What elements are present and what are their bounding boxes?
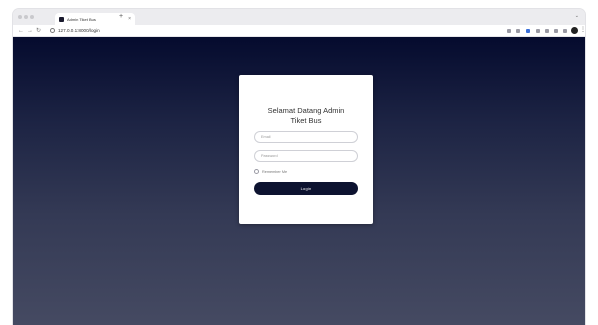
login-card: Selamat Datang Admin Tiket Bus Remember … [239, 75, 373, 224]
screen: Admin Tiket Bus × + ⌄ ← → ↻ 127.0.0.1:80… [0, 0, 598, 325]
address-bar[interactable]: 127.0.0.1:8000/login [58, 27, 100, 35]
tab-close-icon[interactable]: × [128, 16, 131, 22]
login-title: Selamat Datang Admin Tiket Bus [239, 106, 373, 126]
window-minimize-control[interactable] [24, 15, 28, 19]
back-arrow-icon[interactable]: ← [18, 27, 24, 35]
remember-me[interactable]: Remember Me [254, 169, 287, 174]
password-field[interactable] [254, 150, 358, 162]
window-close-control[interactable] [18, 15, 22, 19]
split-screen-icon[interactable] [545, 29, 549, 33]
tab-strip: Admin Tiket Bus × + ⌄ [13, 9, 585, 25]
email-input[interactable] [261, 135, 357, 139]
read-aloud-icon[interactable] [507, 29, 511, 33]
tab-title: Admin Tiket Bus [67, 16, 96, 22]
page-viewport: Selamat Datang Admin Tiket Bus Remember … [13, 37, 585, 325]
collections-icon[interactable] [554, 29, 558, 33]
translate-icon[interactable] [516, 29, 520, 33]
forward-arrow-icon[interactable]: → [27, 27, 33, 35]
site-info-icon[interactable] [50, 28, 55, 33]
window-maximize-control[interactable] [30, 15, 34, 19]
login-button[interactable]: Login [254, 182, 358, 195]
password-input[interactable] [261, 154, 357, 158]
reload-icon[interactable]: ↻ [36, 27, 41, 35]
sidebar-icon[interactable] [563, 29, 567, 33]
new-tab-button[interactable]: + [119, 12, 123, 22]
browser-window: Admin Tiket Bus × + ⌄ ← → ↻ 127.0.0.1:80… [13, 9, 585, 325]
favorites-icon[interactable] [536, 29, 540, 33]
email-field[interactable] [254, 131, 358, 143]
browser-toolbar: ← → ↻ 127.0.0.1:8000/login ⋮ [13, 25, 585, 37]
login-title-line1: Selamat Datang Admin [267, 106, 345, 115]
login-title-line2: Tiket Bus [290, 116, 322, 125]
profile-avatar[interactable] [571, 27, 578, 34]
remember-me-label: Remember Me [262, 169, 288, 174]
more-menu-icon[interactable]: ⋮ [580, 26, 585, 34]
remember-me-checkbox[interactable] [254, 169, 259, 174]
extension-icon[interactable] [526, 29, 530, 33]
tab-search-chevron-icon[interactable]: ⌄ [575, 13, 579, 19]
page-favicon-icon [59, 16, 64, 22]
